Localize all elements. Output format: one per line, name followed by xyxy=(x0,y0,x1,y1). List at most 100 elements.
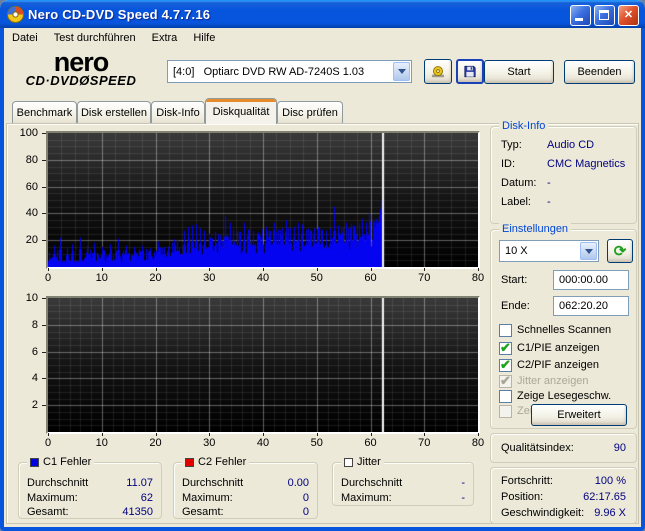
eject-button[interactable] xyxy=(424,59,452,84)
jitter-legend-swatch xyxy=(344,457,353,467)
disk-typ-label: Typ: xyxy=(501,139,522,151)
speed-select[interactable]: 10 X xyxy=(499,240,599,262)
title-bar: Nero CD-DVD Speed 4.7.7.16 ✕ xyxy=(0,0,645,28)
c2-max-label: Maximum: xyxy=(182,492,233,504)
quality-index-label: Qualitätsindex: xyxy=(501,442,574,454)
nero-logo: nero CD·DVDØSPEED xyxy=(22,47,140,88)
settings-title: Einstellungen xyxy=(499,223,572,235)
progress-label: Fortschritt: xyxy=(501,475,553,487)
checkbox-zeige-lesegeschw[interactable]: ✔ Zeige Lesegeschw. xyxy=(499,389,611,403)
tab-disk-erstellen[interactable]: Disk erstellen xyxy=(77,101,151,123)
c1-chart-x-axis: 0 10 20 30 40 50 60 70 80 xyxy=(44,268,484,284)
check-icon: ✔ xyxy=(500,372,511,388)
disk-info-title: Disk-Info xyxy=(499,120,549,132)
x-tick-label: 30 xyxy=(203,272,216,284)
disc-glyph: Ø xyxy=(79,72,90,88)
c1-group-title: C1 Fehler xyxy=(43,456,92,468)
nero-logo-speed-line: CD·DVDØSPEED xyxy=(25,72,137,88)
x-tick-label: 70 xyxy=(418,437,431,449)
jitter-group-title: Jitter xyxy=(357,456,381,468)
x-tick-label: 10 xyxy=(95,272,108,284)
disk-typ-value: Audio CD xyxy=(547,139,595,151)
y-tick-label: 20 xyxy=(25,234,38,247)
menu-test-durchfuehren[interactable]: Test durchführen xyxy=(46,28,144,48)
eject-disc-icon xyxy=(431,65,445,77)
y-tick-label: 10 xyxy=(25,292,38,304)
disk-id-value: CMC Magnetics xyxy=(547,158,626,170)
disk-id-label: ID: xyxy=(501,158,516,170)
y-tick-label: 60 xyxy=(25,180,38,193)
x-tick-label: 0 xyxy=(44,437,52,449)
settings-group: Einstellungen 10 X ⟳ Start: 000:00.00 En… xyxy=(490,223,637,429)
c1-legend-swatch xyxy=(30,457,39,467)
c2-max-value: 0 xyxy=(302,492,309,504)
jitter-avg-value: - xyxy=(461,477,465,489)
c2-legend-swatch xyxy=(185,457,194,467)
close-button[interactable]: ✕ xyxy=(618,5,639,26)
speed-select-value: 10 X xyxy=(505,245,528,257)
jitter-max-value: - xyxy=(461,492,465,504)
checkbox-jitter-anzeigen: ✔ Jitter anzeigen xyxy=(499,372,589,388)
x-tick-label: 60 xyxy=(364,437,377,449)
start-button[interactable]: Start xyxy=(484,60,554,84)
y-tick-label: 100 xyxy=(19,127,38,139)
c1-max-label: Maximum: xyxy=(27,492,78,504)
c1-chart-frame xyxy=(46,131,480,269)
save-button[interactable] xyxy=(456,59,484,84)
app-icon xyxy=(7,5,24,23)
c1-total-label: Gesamt: xyxy=(27,506,69,518)
tab-benchmark[interactable]: Benchmark xyxy=(12,101,77,123)
c1-total-value: 41350 xyxy=(122,506,153,518)
x-tick-label: 10 xyxy=(95,437,108,449)
quality-index-group: Qualitätsindex: 90 xyxy=(490,433,637,463)
app-window: Nero CD-DVD Speed 4.7.7.16 ✕ Datei Test … xyxy=(0,0,645,531)
position-value: 62:17.65 xyxy=(583,491,626,503)
jitter-max-label: Maximum: xyxy=(341,492,392,504)
c2-avg-label: Durchschnitt xyxy=(182,477,244,489)
c2-chart-y-axis: 2 4 6 8 10 xyxy=(12,292,46,432)
chevron-down-icon xyxy=(580,242,597,260)
end-time-field[interactable]: 062:20.20 xyxy=(553,296,629,316)
checkbox-schnelles-scannen[interactable]: ✔ Schnelles Scannen xyxy=(499,323,611,337)
y-tick-label: 80 xyxy=(25,153,38,166)
chevron-down-icon xyxy=(393,62,410,81)
maximize-button[interactable] xyxy=(594,5,615,26)
menu-datei[interactable]: Datei xyxy=(4,28,46,48)
disk-datum-label: Datum: xyxy=(501,177,537,189)
minimize-icon xyxy=(575,18,583,21)
c1-fehler-group: C1 Fehler Durchschnitt 11.07 Maximum: 62 G… xyxy=(18,456,162,519)
checkbox-c2-pif-anzeigen[interactable]: ✔ C2/PIF anzeigen xyxy=(499,356,599,372)
c2-fehler-group: C2 Fehler Durchschnitt 0.00 Maximum: 0 Ges… xyxy=(173,456,318,519)
progress-group: Fortschritt: 100 % Position: 62:17.65 Gesc… xyxy=(490,467,637,524)
start-time-label: Start: xyxy=(501,274,528,286)
window-border-left xyxy=(0,28,4,531)
drive-select[interactable]: [4:0] Optiarc DVD RW AD-7240S 1.03 xyxy=(167,60,412,83)
tab-diskqualitaet[interactable]: Diskqualität xyxy=(205,98,277,124)
refresh-button[interactable]: ⟳ xyxy=(607,239,633,263)
check-icon: ✔ xyxy=(500,356,511,372)
x-tick-label: 20 xyxy=(149,272,162,284)
checkbox-c1-pie-anzeigen[interactable]: ✔ C1/PIE anzeigen xyxy=(499,340,600,355)
tab-disk-info[interactable]: Disk-Info xyxy=(151,101,205,123)
start-time-field[interactable]: 000:00.00 xyxy=(553,270,629,290)
menu-extra[interactable]: Extra xyxy=(144,28,186,48)
menu-hilfe[interactable]: Hilfe xyxy=(185,28,223,48)
c2-total-label: Gesamt: xyxy=(182,506,224,518)
x-tick-label: 0 xyxy=(44,272,52,284)
y-tick-label: 40 xyxy=(25,207,38,220)
x-tick-label: 80 xyxy=(471,272,485,284)
progress-value: 100 % xyxy=(594,475,626,487)
x-tick-label: 30 xyxy=(203,437,216,449)
jitter-avg-label: Durchschnitt xyxy=(341,477,403,489)
menu-bar: Datei Test durchführen Extra Hilfe xyxy=(4,28,641,48)
advanced-button[interactable]: Erweitert xyxy=(531,404,627,426)
maximize-icon xyxy=(599,10,609,20)
quit-button[interactable]: Beenden xyxy=(564,60,635,84)
c2-avg-value: 0.00 xyxy=(287,477,309,489)
x-tick-label: 20 xyxy=(149,437,162,449)
minimize-button[interactable] xyxy=(570,5,591,26)
nero-logo-word: nero xyxy=(53,47,110,77)
x-tick-label: 50 xyxy=(310,437,323,449)
c1-error-chart xyxy=(48,133,478,267)
tab-disc-pruefen[interactable]: Disc prüfen xyxy=(277,101,343,123)
